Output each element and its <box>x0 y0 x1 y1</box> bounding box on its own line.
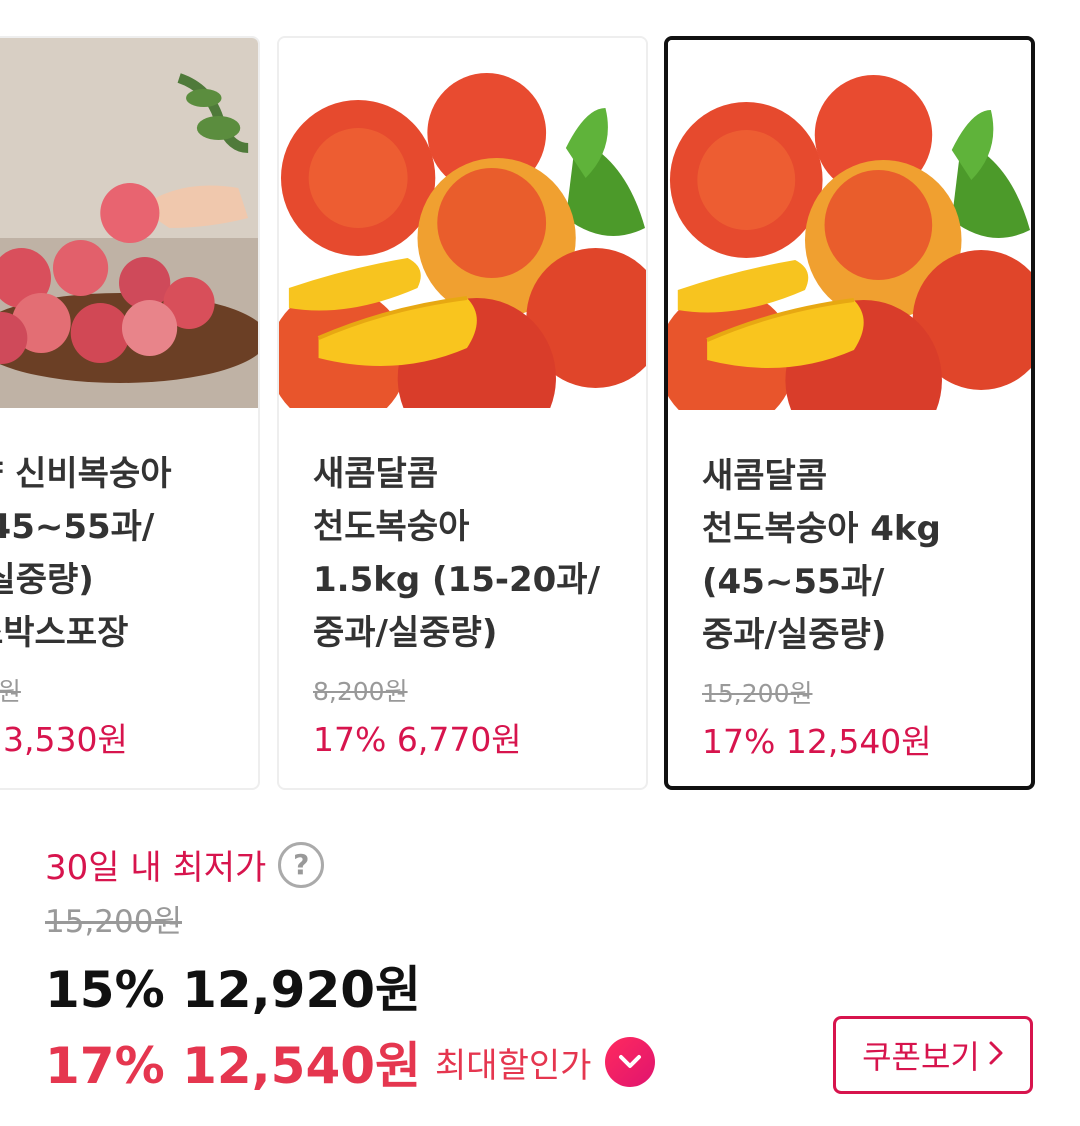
chevron-down-icon[interactable] <box>605 1037 656 1087</box>
product-sale-price: 17% 12,540원 <box>702 722 932 761</box>
product-title: 새콤달콤 천도복숭아 1.5kg (15-20과/ 중과/실중량) <box>313 454 600 653</box>
coupon-view-label: 쿠폰보기 <box>862 1038 980 1076</box>
max-discount-label: 최대할인가 <box>435 1045 592 1086</box>
product-original-price: 15,200원 <box>702 679 813 708</box>
product-image <box>279 38 646 408</box>
product-card-selected[interactable]: 새콤달콤 천도복숭아 4kg (45~55과/ 중과/실중량) 15,200원 … <box>664 36 1035 790</box>
product-original-price: 8,200원 <box>313 677 408 706</box>
product-card[interactable]: 얀 신비복숭아 (45~55과/ /실중량) 스박스포장 0원 13,530원 <box>0 36 260 790</box>
max-discount-price: 17% 12,540원 <box>45 1037 422 1095</box>
product-title: 새콤달콤 천도복숭아 4kg (45~55과/ 중과/실중량) <box>702 456 941 655</box>
product-original-price: 0원 <box>0 677 21 706</box>
product-card[interactable]: 새콤달콤 천도복숭아 1.5kg (15-20과/ 중과/실중량) 8,200원… <box>277 36 648 790</box>
chevron-right-icon <box>988 1036 1004 1074</box>
lowest-price-label: 30일 내 최저가 <box>45 848 267 888</box>
original-price: 15,200원 <box>45 904 182 940</box>
product-title: 얀 신비복숭아 (45~55과/ /실중량) 스박스포장 <box>0 454 172 653</box>
coupon-view-button[interactable]: 쿠폰보기 <box>833 1016 1033 1094</box>
lowest-price-label-row: 30일 내 최저가 ? <box>45 840 325 889</box>
product-image <box>0 38 258 408</box>
product-sale-price: 13,530원 <box>0 720 128 759</box>
sale-price: 15% 12,920원 <box>45 961 422 1019</box>
product-sale-price: 17% 6,770원 <box>313 720 522 759</box>
max-discount-row[interactable]: 17% 12,540원 최대할인가 <box>45 1026 656 1098</box>
question-circle-icon[interactable]: ? <box>278 841 325 888</box>
product-image <box>668 40 1031 410</box>
